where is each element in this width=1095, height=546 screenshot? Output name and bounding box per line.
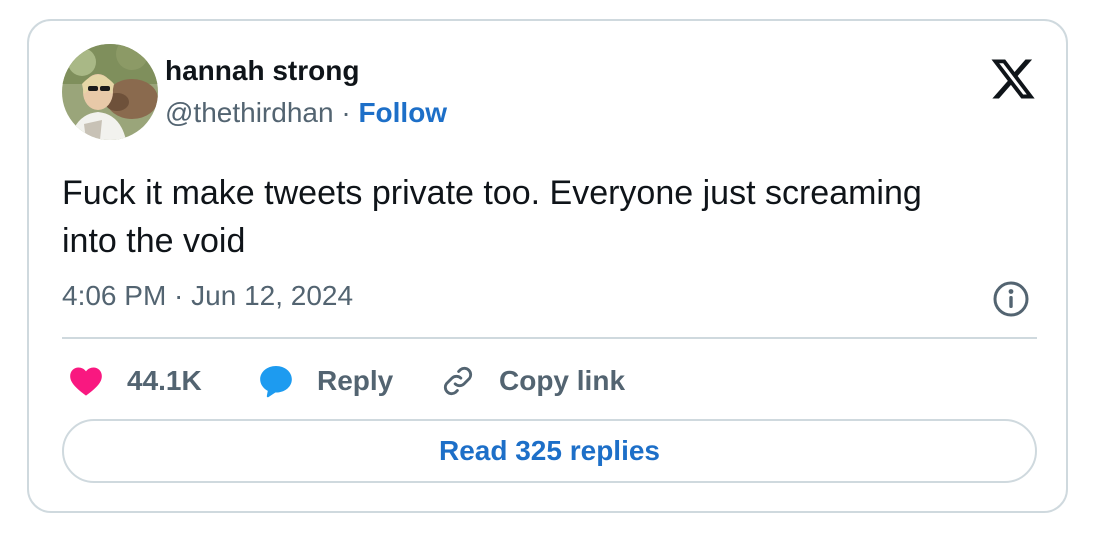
read-replies-label: Read 325 replies bbox=[438, 435, 661, 466]
separator-dot: · bbox=[333, 97, 359, 128]
avatar-image bbox=[62, 44, 158, 140]
info-icon[interactable] bbox=[991, 279, 1031, 319]
tweet-card[interactable]: hannah strong @thethirdhan · Follow Fuck… bbox=[27, 19, 1068, 513]
tweet-timestamp[interactable]: 4:06 PM · Jun 12, 2024 bbox=[62, 280, 353, 312]
read-replies-button[interactable]: Read 325 replies bbox=[62, 419, 1037, 483]
tweet-text: Fuck it make tweets private too. Everyon… bbox=[62, 174, 922, 260]
link-icon bbox=[439, 362, 477, 400]
copy-link-button[interactable]: Copy link bbox=[439, 359, 625, 403]
divider bbox=[62, 337, 1037, 339]
avatar[interactable] bbox=[62, 44, 158, 140]
reply-button[interactable]: Reply bbox=[257, 359, 393, 403]
copy-link-label: Copy link bbox=[499, 365, 626, 396]
speech-bubble-icon bbox=[257, 362, 295, 400]
reply-label: Reply bbox=[317, 365, 394, 396]
like-count: 44.1K bbox=[127, 365, 202, 396]
handle-row: @thethirdhan · Follow bbox=[165, 97, 447, 129]
heart-icon bbox=[67, 362, 105, 400]
author-name[interactable]: hannah strong bbox=[165, 55, 359, 87]
x-logo-icon[interactable] bbox=[989, 55, 1037, 103]
like-button[interactable]: 44.1K bbox=[67, 359, 202, 403]
author-handle[interactable]: @thethirdhan bbox=[165, 97, 334, 128]
follow-link[interactable]: Follow bbox=[358, 97, 447, 128]
